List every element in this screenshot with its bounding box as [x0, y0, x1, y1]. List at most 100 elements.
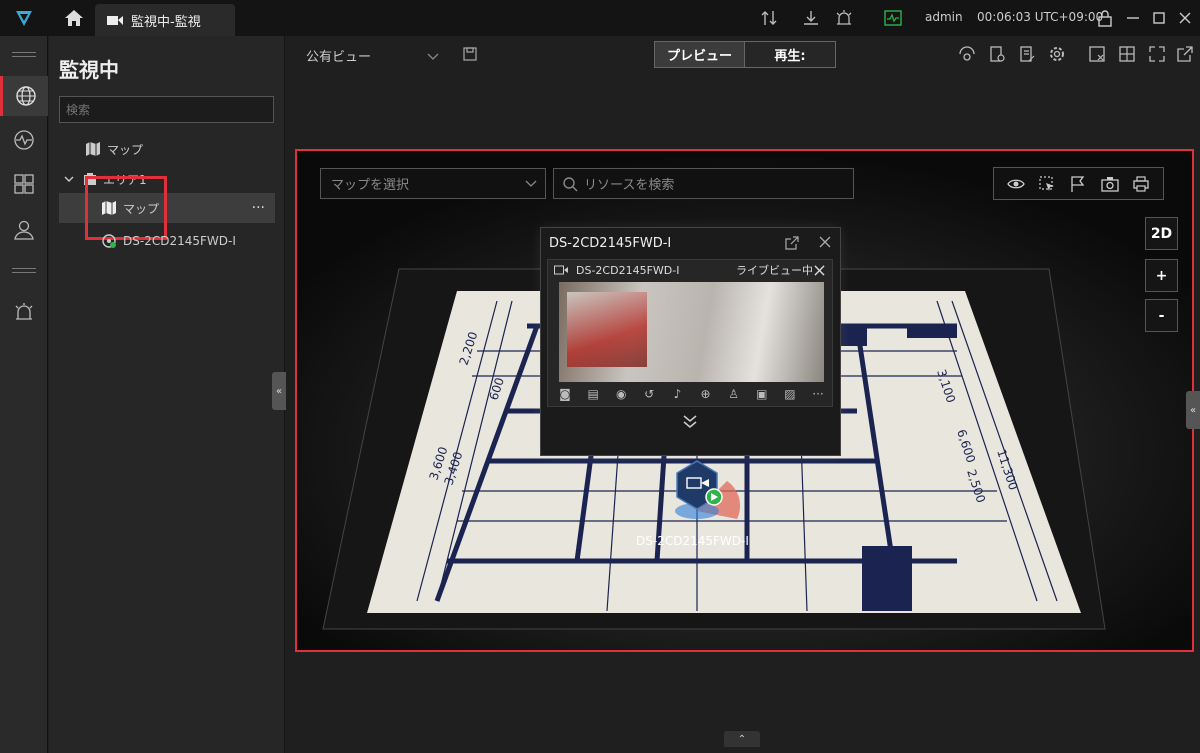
- chevron-down-icon[interactable]: [63, 173, 75, 185]
- view-selector[interactable]: 公有ビュー: [306, 46, 477, 65]
- maximize-icon[interactable]: [1150, 9, 1168, 27]
- video-object: [567, 292, 647, 367]
- live-view-toolbar: ◙ ▤ ◉ ↺ ♪ ⊕ ♙ ▣ ▨ ···: [554, 384, 829, 404]
- file-settings-icon[interactable]: [988, 45, 1006, 63]
- map-select-dropdown[interactable]: マップを選択: [320, 168, 546, 199]
- nav-divider: [12, 268, 36, 273]
- tree-item-map[interactable]: マップ: [85, 134, 143, 164]
- nav-person[interactable]: [0, 210, 48, 250]
- map-icon: [86, 142, 100, 156]
- capture-icon[interactable]: ◙: [554, 387, 576, 401]
- clock: 00:06:03 UTC+09:00: [977, 10, 1104, 24]
- print-icon[interactable]: [1132, 175, 1150, 193]
- video-camera-icon: [107, 15, 123, 25]
- file-edit-icon[interactable]: [1018, 45, 1036, 63]
- ptz-icon[interactable]: [958, 45, 976, 63]
- health-monitor-icon[interactable]: [884, 9, 902, 27]
- expand-down-icon[interactable]: [681, 414, 699, 430]
- flag-icon[interactable]: [1069, 175, 1087, 193]
- resource-panel: 監視中 マップ エリア1 マップ ··· DS-2CD2145FWD-I: [49, 36, 285, 753]
- map-select-placeholder: マップを選択: [331, 178, 410, 193]
- live-view-header: DS-2CD2145FWD-I ライブビュー中: [548, 260, 832, 280]
- zoom-in-button[interactable]: +: [1145, 259, 1178, 292]
- video-camera-icon: [554, 265, 568, 275]
- close-icon[interactable]: [819, 236, 831, 248]
- lock-icon[interactable]: [1096, 9, 1114, 27]
- gear-icon[interactable]: [1048, 45, 1066, 63]
- left-nav-bar: [0, 36, 48, 753]
- view-name: 公有ビュー: [306, 50, 372, 65]
- app-logo-icon: [16, 11, 32, 26]
- collapse-panel-button[interactable]: «: [272, 372, 286, 410]
- alarm-bell-icon: [15, 303, 33, 320]
- nav-divider: [12, 52, 36, 57]
- camera-map-label[interactable]: DS-2CD2145FWD-I: [636, 534, 749, 548]
- external-link-icon[interactable]: [785, 236, 799, 250]
- collapse-right-panel-button[interactable]: «: [1186, 391, 1200, 429]
- more-icon[interactable]: ···: [807, 387, 829, 401]
- map-view[interactable]: 2,200 600 3,400 3,600 3,100 6,600 2,500 …: [295, 149, 1194, 652]
- panel-title: 監視中: [59, 58, 119, 82]
- digital-zoom-icon[interactable]: ⊕: [695, 387, 717, 401]
- popup-title: DS-2CD2145FWD-I: [549, 236, 672, 251]
- user-name[interactable]: admin: [925, 10, 963, 24]
- live-status: ライブビュー中: [736, 264, 813, 277]
- pulse-icon: [14, 130, 34, 150]
- preview-button[interactable]: プレビュー: [655, 42, 745, 67]
- fisheye-icon[interactable]: ▣: [751, 387, 773, 401]
- resource-search-input[interactable]: [59, 96, 274, 123]
- sort-arrows-icon[interactable]: [760, 9, 778, 27]
- chevron-down-icon: [427, 53, 439, 60]
- live-video-feed[interactable]: [559, 282, 824, 382]
- map-toolbar: [993, 167, 1164, 200]
- download-icon[interactable]: [802, 9, 820, 27]
- external-link-icon[interactable]: [1176, 45, 1194, 63]
- tree-item-camera[interactable]: DS-2CD2145FWD-I: [101, 226, 236, 256]
- more-options-icon[interactable]: ···: [252, 200, 265, 216]
- window-layout-icon[interactable]: [1118, 45, 1136, 63]
- camera-online-icon: [102, 234, 116, 248]
- view-2d-button[interactable]: 2D: [1145, 217, 1178, 250]
- print-icon[interactable]: ▤: [582, 387, 604, 401]
- tab-label: 監視中-監視: [131, 14, 201, 30]
- zoom-out-button[interactable]: -: [1145, 299, 1178, 332]
- close-window-icon[interactable]: [1088, 45, 1106, 63]
- nav-layout[interactable]: [0, 164, 48, 204]
- main-area: 公有ビュー プレビュー 再生: 2,200 600 3,400 3,600 3,…: [286, 36, 1200, 753]
- grid-layout-icon: [14, 174, 34, 194]
- close-icon[interactable]: [814, 265, 825, 276]
- close-icon[interactable]: [1176, 9, 1194, 27]
- alarm-icon[interactable]: [835, 9, 853, 27]
- search-icon: [563, 176, 578, 191]
- eye-icon[interactable]: [1006, 175, 1025, 193]
- home-icon[interactable]: [64, 9, 84, 27]
- microphone-icon[interactable]: ♪: [666, 387, 688, 401]
- tab-monitoring[interactable]: 監視中-監視: [95, 4, 235, 36]
- tree-item-label: マップ: [107, 142, 144, 157]
- instant-playback-icon[interactable]: ↺: [638, 387, 660, 401]
- mode-toggle: プレビュー 再生:: [654, 41, 836, 68]
- live-camera-name: DS-2CD2145FWD-I: [576, 263, 680, 277]
- globe-icon: [15, 86, 36, 106]
- nav-events[interactable]: [0, 120, 48, 160]
- person-icon[interactable]: ♙: [723, 387, 745, 401]
- expand-bottom-panel-button[interactable]: ⌃: [724, 731, 760, 747]
- playback-button[interactable]: 再生:: [745, 42, 835, 67]
- nav-monitoring[interactable]: [0, 76, 48, 116]
- title-bar: 監視中-監視 admin 00:06:03 UTC+09:00: [0, 0, 1200, 36]
- person-icon: [14, 220, 34, 240]
- live-view-pane: DS-2CD2145FWD-I ライブビュー中 ◙ ▤ ◉ ↺ ♪ ⊕ ♙ ▣ …: [547, 259, 833, 407]
- record-icon[interactable]: ◉: [610, 387, 632, 401]
- resource-search-field[interactable]: リソースを検索: [553, 168, 854, 199]
- resource-search-placeholder: リソースを検索: [584, 178, 675, 193]
- tree-item-label: DS-2CD2145FWD-I: [123, 234, 236, 248]
- chevron-down-icon: [525, 180, 537, 187]
- camera-preview-popup: DS-2CD2145FWD-I DS-2CD2145FWD-I ライブビュー中 …: [540, 227, 841, 456]
- snapshot-camera-icon[interactable]: [1101, 175, 1119, 193]
- select-cursor-icon[interactable]: [1038, 175, 1056, 193]
- image-icon[interactable]: ▨: [779, 387, 801, 401]
- minimize-icon[interactable]: [1124, 9, 1142, 27]
- save-icon[interactable]: [463, 47, 477, 61]
- nav-alarm[interactable]: [0, 292, 48, 332]
- fullscreen-icon[interactable]: [1148, 45, 1166, 63]
